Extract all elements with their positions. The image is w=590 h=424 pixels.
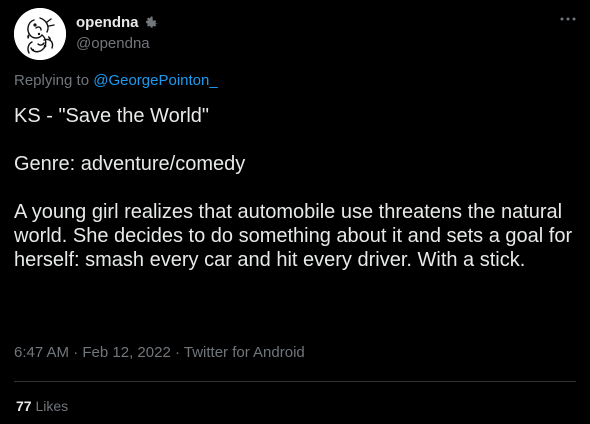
avatar[interactable]: [14, 8, 66, 60]
tweet-header: opendna @opendna: [14, 8, 580, 60]
likes-count: 77: [16, 398, 32, 414]
gear-icon: [143, 14, 159, 30]
tweet: opendna @opendna Replying to @GeorgePoin…: [0, 0, 590, 424]
more-options-icon[interactable]: [558, 12, 578, 26]
avatar-illustration: [14, 8, 66, 60]
tweet-paragraph: KS - "Save the World": [14, 105, 210, 127]
tweet-paragraph: A young girl realizes that automobile us…: [14, 201, 573, 271]
tweet-time[interactable]: 6:47 AM: [14, 344, 69, 361]
likes-label: Likes: [35, 398, 69, 414]
replying-prefix: Replying to: [14, 72, 94, 89]
replying-to: Replying to @GeorgePointon_: [14, 72, 218, 89]
author-handle[interactable]: @opendna: [76, 35, 159, 52]
likes-stat[interactable]: 77 Likes: [16, 398, 68, 414]
replying-to-link[interactable]: @GeorgePointon_: [93, 72, 217, 89]
display-name-row: opendna: [76, 12, 159, 32]
tweet-meta: 6:47 AM · Feb 12, 2022 · Twitter for And…: [14, 344, 305, 361]
display-name[interactable]: opendna: [76, 14, 139, 31]
tweet-body: KS - "Save the World" Genre: adventure/c…: [14, 104, 580, 272]
meta-separator: ·: [170, 344, 184, 361]
tweet-source[interactable]: Twitter for Android: [184, 344, 305, 361]
divider: [14, 381, 576, 382]
tweet-date[interactable]: Feb 12, 2022: [82, 344, 170, 361]
meta-separator: ·: [69, 344, 83, 361]
author-names: opendna @opendna: [76, 12, 159, 52]
tweet-paragraph: Genre: adventure/comedy: [14, 153, 246, 175]
